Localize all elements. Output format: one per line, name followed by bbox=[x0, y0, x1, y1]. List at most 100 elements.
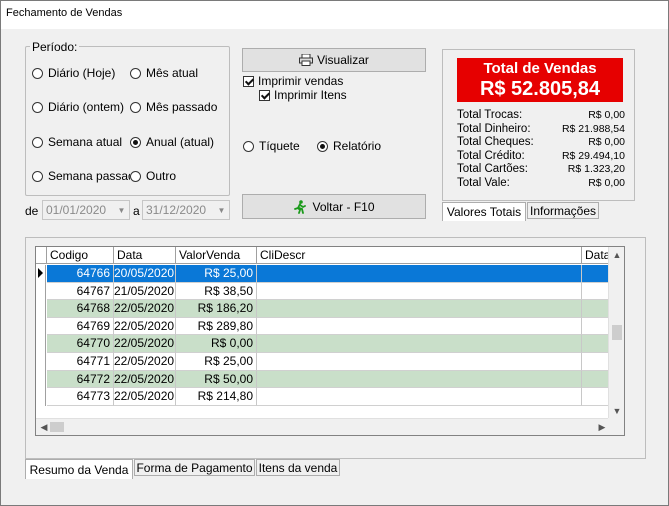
radio-dot[interactable] bbox=[32, 101, 43, 113]
h-scroll-thumb[interactable] bbox=[50, 422, 64, 432]
table-cell[interactable]: 22/05/2020 bbox=[114, 335, 176, 353]
scroll-up-icon[interactable]: ▲ bbox=[609, 247, 624, 263]
table-cell[interactable]: 64772 bbox=[47, 370, 114, 389]
vertical-scrollbar[interactable]: ▲ ▼ bbox=[608, 247, 624, 419]
table-cell[interactable]: 64773 bbox=[47, 388, 114, 406]
voltar-button[interactable]: Voltar - F10 bbox=[242, 194, 426, 219]
table-cell[interactable]: R$ 289,80 bbox=[176, 317, 257, 336]
total-row-value: R$ 0,00 bbox=[588, 177, 625, 189]
table-cell[interactable]: R$ 0,00 bbox=[176, 335, 257, 353]
table-cell[interactable]: R$ 186,20 bbox=[176, 300, 257, 318]
table-row[interactable]: 64773 22/05/2020 R$ 214,80 bbox=[36, 388, 622, 406]
radio-dot[interactable] bbox=[317, 140, 328, 152]
table-cell[interactable]: 64771 bbox=[47, 353, 114, 371]
table-cell[interactable]: 22/05/2020 bbox=[114, 300, 176, 318]
table-cell[interactable]: 64766 bbox=[47, 265, 114, 283]
vendas-grid[interactable]: Codigo Data ValorVenda CliDescr DataF 64… bbox=[35, 246, 625, 436]
radio-semana-passada[interactable]: Semana passada bbox=[32, 169, 130, 183]
checkbox-box[interactable] bbox=[259, 89, 270, 101]
radio-mes-atual[interactable]: Mês atual bbox=[130, 66, 198, 80]
table-cell[interactable] bbox=[257, 353, 582, 371]
radio-dot[interactable] bbox=[32, 136, 43, 148]
radio-diario-hoje[interactable]: Diário (Hoje) bbox=[32, 66, 115, 80]
table-row[interactable]: 64766 20/05/2020 R$ 25,00 bbox=[36, 265, 622, 283]
radio-dot[interactable] bbox=[32, 67, 43, 79]
row-indicator[interactable] bbox=[36, 388, 46, 406]
imprimir-itens-checkbox[interactable]: Imprimir Itens bbox=[259, 88, 347, 102]
table-row[interactable]: 64768 22/05/2020 R$ 186,20 bbox=[36, 300, 622, 318]
radio-dot[interactable] bbox=[32, 170, 43, 182]
row-indicator[interactable] bbox=[36, 300, 46, 318]
table-cell[interactable] bbox=[257, 265, 582, 283]
table-cell[interactable]: 64768 bbox=[47, 300, 114, 318]
table-cell[interactable]: R$ 25,00 bbox=[176, 353, 257, 371]
radio-diario-ontem[interactable]: Diário (ontem) bbox=[32, 100, 124, 114]
table-cell[interactable]: 64769 bbox=[47, 317, 114, 336]
row-indicator[interactable] bbox=[36, 370, 46, 389]
imprimir-vendas-checkbox[interactable]: Imprimir vendas bbox=[243, 74, 343, 88]
table-cell[interactable] bbox=[257, 388, 582, 406]
column-header-codigo[interactable]: Codigo bbox=[47, 247, 114, 264]
scroll-down-icon[interactable]: ▼ bbox=[609, 403, 624, 419]
row-indicator[interactable] bbox=[36, 282, 46, 301]
radio-anual-atual[interactable]: Anual (atual) bbox=[130, 135, 214, 149]
radio-semana-atual[interactable]: Semana atual bbox=[32, 135, 122, 149]
visualizar-button[interactable]: Visualizar bbox=[242, 48, 426, 72]
table-row[interactable]: 64770 22/05/2020 R$ 0,00 bbox=[36, 335, 622, 353]
tab-forma-de-pagamento[interactable]: Forma de Pagamento bbox=[134, 459, 255, 476]
table-row[interactable]: 64771 22/05/2020 R$ 25,00 bbox=[36, 353, 622, 371]
table-cell[interactable]: 20/05/2020 bbox=[114, 265, 176, 283]
horizontal-scrollbar[interactable]: ◀ ▶ bbox=[36, 418, 610, 435]
table-row[interactable]: 64769 22/05/2020 R$ 289,80 bbox=[36, 317, 622, 336]
row-indicator[interactable] bbox=[36, 335, 46, 353]
column-header-clidescr[interactable]: CliDescr bbox=[257, 247, 582, 264]
radio-outro[interactable]: Outro bbox=[130, 169, 176, 183]
table-cell[interactable]: 22/05/2020 bbox=[114, 388, 176, 406]
table-cell[interactable]: 64770 bbox=[47, 335, 114, 353]
table-cell[interactable]: 22/05/2020 bbox=[114, 317, 176, 336]
table-cell[interactable]: 64767 bbox=[47, 282, 114, 301]
table-cell[interactable] bbox=[257, 282, 582, 301]
table-cell[interactable]: R$ 38,50 bbox=[176, 282, 257, 301]
table-cell[interactable] bbox=[257, 335, 582, 353]
radio-dot[interactable] bbox=[243, 140, 254, 152]
table-cell[interactable]: 22/05/2020 bbox=[114, 353, 176, 371]
table-cell[interactable] bbox=[257, 317, 582, 336]
tab-resumo-da-venda[interactable]: Resumo da Venda bbox=[25, 459, 133, 479]
column-header-data[interactable]: Data bbox=[114, 247, 176, 264]
table-cell[interactable]: R$ 214,80 bbox=[176, 388, 257, 406]
radio-mes-passado[interactable]: Mês passado bbox=[130, 100, 217, 114]
table-cell[interactable] bbox=[257, 370, 582, 389]
column-header-valorvenda[interactable]: ValorVenda bbox=[176, 247, 257, 264]
window-title: Fechamento de Vendas bbox=[6, 7, 123, 19]
radio-dot[interactable] bbox=[130, 170, 141, 182]
tab-valores-totais[interactable]: Valores Totais bbox=[442, 202, 526, 221]
table-cell[interactable]: R$ 50,00 bbox=[176, 370, 257, 389]
table-cell[interactable]: 22/05/2020 bbox=[114, 370, 176, 389]
chevron-down-icon[interactable]: ▼ bbox=[214, 201, 229, 219]
radio-dot[interactable] bbox=[130, 67, 141, 79]
table-row[interactable]: 64767 21/05/2020 R$ 38,50 bbox=[36, 282, 622, 301]
date-from-picker[interactable]: 01/01/2020 ▼ bbox=[42, 200, 130, 220]
tab-label: Valores Totais bbox=[446, 205, 522, 219]
scroll-thumb[interactable] bbox=[612, 325, 622, 340]
table-cell[interactable] bbox=[257, 300, 582, 318]
tiquete-radio[interactable]: Tíquete bbox=[243, 139, 300, 153]
checkbox-box[interactable] bbox=[243, 75, 254, 87]
relatorio-radio[interactable]: Relatório bbox=[317, 139, 381, 153]
grid-header: Codigo Data ValorVenda CliDescr DataF bbox=[36, 247, 622, 264]
row-indicator[interactable] bbox=[36, 353, 46, 371]
table-cell[interactable]: R$ 25,00 bbox=[176, 265, 257, 283]
chevron-down-icon[interactable]: ▼ bbox=[114, 201, 129, 219]
table-cell[interactable]: 21/05/2020 bbox=[114, 282, 176, 301]
radio-dot[interactable] bbox=[130, 101, 141, 113]
radio-dot[interactable] bbox=[130, 136, 141, 148]
row-indicator[interactable] bbox=[36, 265, 46, 283]
tab-informacoes[interactable]: Informações bbox=[527, 202, 599, 219]
date-to-picker[interactable]: 31/12/2020 ▼ bbox=[142, 200, 230, 220]
total-row-value: R$ 21.988,54 bbox=[561, 122, 625, 135]
radio-label: Diário (Hoje) bbox=[48, 66, 116, 80]
table-row[interactable]: 64772 22/05/2020 R$ 50,00 bbox=[36, 370, 622, 389]
tab-itens-da-venda[interactable]: Itens da venda bbox=[256, 459, 340, 476]
row-indicator[interactable] bbox=[36, 317, 46, 336]
